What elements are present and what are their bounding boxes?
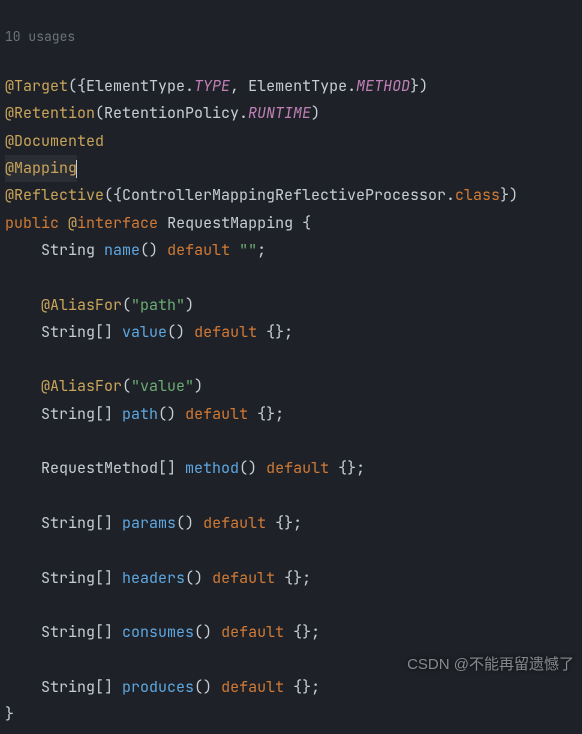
- text-caret: [76, 160, 77, 178]
- code-line-caret: @Mapping: [5, 158, 77, 178]
- method-path: path: [122, 404, 158, 424]
- code-line: @AliasFor("value"): [5, 376, 203, 396]
- code-line: @Target({ElementType.TYPE, ElementType.M…: [5, 76, 428, 96]
- code-line: public @interface RequestMapping {: [5, 213, 311, 233]
- annotation-aliasfor: @AliasFor: [41, 295, 122, 315]
- code-line: RequestMethod[] method() default {};: [5, 458, 365, 478]
- annotation-retention: @Retention: [5, 103, 95, 123]
- type-name: RequestMapping: [167, 213, 293, 233]
- usages-hint[interactable]: 10 usages: [5, 27, 577, 46]
- code-line: @Reflective({ControllerMappingReflective…: [5, 185, 518, 205]
- method-method: method: [185, 458, 239, 478]
- code-line: String[] consumes() default {};: [5, 622, 320, 642]
- annotation-mapping: @Mapping: [5, 158, 77, 178]
- annotation-aliasfor: @AliasFor: [41, 376, 122, 396]
- code-line: @Documented: [5, 131, 104, 151]
- method-consumes: consumes: [122, 622, 194, 642]
- method-name: name: [104, 240, 140, 260]
- annotation-documented: @Documented: [5, 131, 104, 151]
- method-produces: produces: [122, 677, 194, 697]
- code-line: @AliasFor("path"): [5, 295, 194, 315]
- annotation-target: @Target: [5, 76, 68, 96]
- code-line: String[] headers() default {};: [5, 568, 311, 588]
- method-value: value: [122, 322, 167, 342]
- code-line: String[] value() default {};: [5, 322, 293, 342]
- code-line: String[] produces() default {};: [5, 677, 320, 697]
- code-line: String[] params() default {};: [5, 513, 302, 533]
- code-line: @Retention(RetentionPolicy.RUNTIME): [5, 103, 320, 123]
- annotation-reflective: @Reflective: [5, 185, 104, 205]
- code-line: }: [5, 704, 14, 724]
- method-headers: headers: [122, 568, 185, 588]
- code-line: String[] path() default {};: [5, 404, 284, 424]
- code-editor[interactable]: 10 usages @Target({ElementType.TYPE, Ele…: [0, 0, 582, 734]
- method-params: params: [122, 513, 176, 533]
- code-line: String name() default "";: [5, 240, 266, 260]
